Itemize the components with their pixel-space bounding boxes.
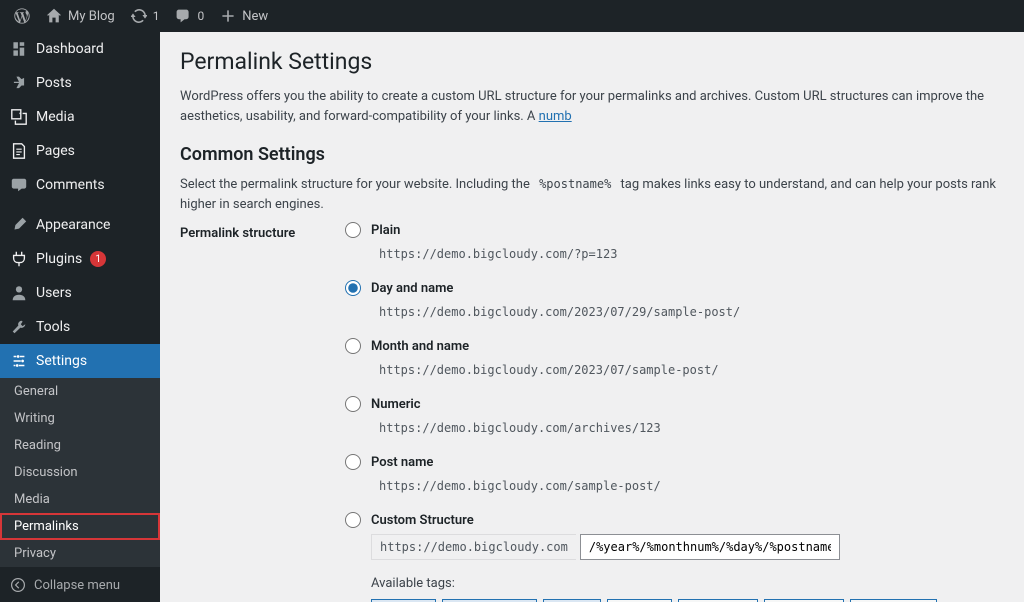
sidebar-item-settings[interactable]: Settings <box>0 344 160 378</box>
sidebar-item-users[interactable]: Users <box>0 276 160 310</box>
admin-bar: My Blog 1 0 New <box>0 0 1024 32</box>
permalink-option-label[interactable]: Post name <box>371 455 433 470</box>
permalink-radio[interactable] <box>345 396 361 412</box>
sidebar-item-comments[interactable]: Comments <box>0 168 160 202</box>
permalink-radio[interactable] <box>345 512 361 528</box>
intro-text: WordPress offers you the ability to crea… <box>180 87 1004 126</box>
home-icon <box>46 8 62 24</box>
wrench-icon <box>10 318 28 336</box>
comments-link[interactable]: 0 <box>167 0 212 32</box>
permalink-radio[interactable] <box>345 222 361 238</box>
postname-code: %postname% <box>533 175 617 193</box>
custom-url-prefix: https://demo.bigcloudy.com <box>371 534 576 560</box>
new-content-link[interactable]: New <box>212 0 276 32</box>
update-count: 1 <box>153 9 160 23</box>
sidebar-item-dashboard[interactable]: Dashboard <box>0 32 160 66</box>
pin-icon <box>10 74 28 92</box>
user-icon <box>10 284 28 302</box>
comment-icon <box>10 176 28 194</box>
site-name-link[interactable]: My Blog <box>38 0 123 32</box>
permalink-option: Plain https://demo.bigcloudy.com/?p=123 <box>345 222 1004 264</box>
permalink-radio[interactable] <box>345 454 361 470</box>
submenu-item-privacy[interactable]: Privacy <box>0 540 160 567</box>
new-label: New <box>242 9 268 24</box>
wp-logo[interactable] <box>6 0 38 32</box>
permalink-option-label[interactable]: Plain <box>371 223 400 238</box>
permalink-option-label[interactable]: Numeric <box>371 397 421 412</box>
sidebar-item-plugins[interactable]: Plugins 1 <box>0 242 160 276</box>
menu-label: Tools <box>36 319 70 335</box>
content-area: Permalink Settings WordPress offers you … <box>160 32 1024 602</box>
submenu-item-reading[interactable]: Reading <box>0 432 160 459</box>
custom-structure-input[interactable] <box>580 534 840 560</box>
permalink-radio[interactable] <box>345 280 361 296</box>
permalink-radio[interactable] <box>345 338 361 354</box>
sidebar-item-tools[interactable]: Tools <box>0 310 160 344</box>
menu-label: Dashboard <box>36 41 104 57</box>
admin-sidebar: Dashboard Posts Media Pages Comments Appearan… <box>0 32 160 602</box>
common-settings-heading: Common Settings <box>180 144 1004 165</box>
permalink-example: https://demo.bigcloudy.com/sample-post/ <box>371 476 669 496</box>
submenu-item-writing[interactable]: Writing <box>0 405 160 432</box>
site-name: My Blog <box>68 9 115 24</box>
permalink-structure-label: Permalink structure <box>180 222 345 602</box>
submenu-item-discussion[interactable]: Discussion <box>0 459 160 486</box>
update-badge: 1 <box>90 251 106 267</box>
dashboard-icon <box>10 40 28 58</box>
updates-link[interactable]: 1 <box>123 0 168 32</box>
menu-label: Pages <box>36 143 75 159</box>
permalink-option-label[interactable]: Custom Structure <box>371 513 474 528</box>
intro-link[interactable]: numb <box>539 109 572 124</box>
menu-label: Plugins <box>36 251 82 267</box>
sidebar-item-posts[interactable]: Posts <box>0 66 160 100</box>
permalink-option: Month and name https://demo.bigcloudy.com… <box>345 338 1004 380</box>
permalink-option: Day and name https://demo.bigcloudy.com/2… <box>345 280 1004 322</box>
permalink-example: https://demo.bigcloudy.com/?p=123 <box>371 244 625 264</box>
menu-label: Posts <box>36 75 72 91</box>
available-tags-label: Available tags: <box>371 576 1004 591</box>
collapse-label: Collapse menu <box>34 578 120 593</box>
menu-label: Settings <box>36 353 87 369</box>
menu-label: Media <box>36 109 75 125</box>
sidebar-item-pages[interactable]: Pages <box>0 134 160 168</box>
plus-icon <box>220 8 236 24</box>
permalink-option: Post name https://demo.bigcloudy.com/samp… <box>345 454 1004 496</box>
pages-icon <box>10 142 28 160</box>
permalink-example: https://demo.bigcloudy.com/2023/07/29/sa… <box>371 302 748 322</box>
media-icon <box>10 108 28 126</box>
menu-label: Appearance <box>36 217 110 233</box>
brush-icon <box>10 216 28 234</box>
permalink-example: https://demo.bigcloudy.com/archives/123 <box>371 418 669 438</box>
submenu-item-permalinks[interactable]: Permalinks <box>0 513 160 540</box>
plug-icon <box>10 250 28 268</box>
update-icon <box>131 8 147 24</box>
submenu-item-general[interactable]: General <box>0 378 160 405</box>
wordpress-icon <box>14 8 30 24</box>
menu-label: Comments <box>36 177 105 193</box>
permalink-option-label[interactable]: Day and name <box>371 281 453 296</box>
settings-submenu: GeneralWritingReadingDiscussionMediaPerm… <box>0 378 160 567</box>
comment-icon <box>175 8 191 24</box>
menu-label: Users <box>36 285 72 301</box>
sidebar-item-media[interactable]: Media <box>0 100 160 134</box>
collapse-icon <box>10 577 26 593</box>
sidebar-item-appearance[interactable]: Appearance <box>0 208 160 242</box>
permalink-example: https://demo.bigcloudy.com/2023/07/sampl… <box>371 360 727 380</box>
submenu-item-media[interactable]: Media <box>0 486 160 513</box>
permalink-option-label[interactable]: Month and name <box>371 339 469 354</box>
common-description: Select the permalink structure for your … <box>180 175 1004 214</box>
sliders-icon <box>10 352 28 370</box>
collapse-menu-button[interactable]: Collapse menu <box>0 567 160 602</box>
permalink-option: Numeric https://demo.bigcloudy.com/archiv… <box>345 396 1004 438</box>
page-title: Permalink Settings <box>180 48 1004 75</box>
comment-count: 0 <box>197 9 204 23</box>
permalink-option: Custom Structure https://demo.bigcloudy.c… <box>345 512 1004 560</box>
